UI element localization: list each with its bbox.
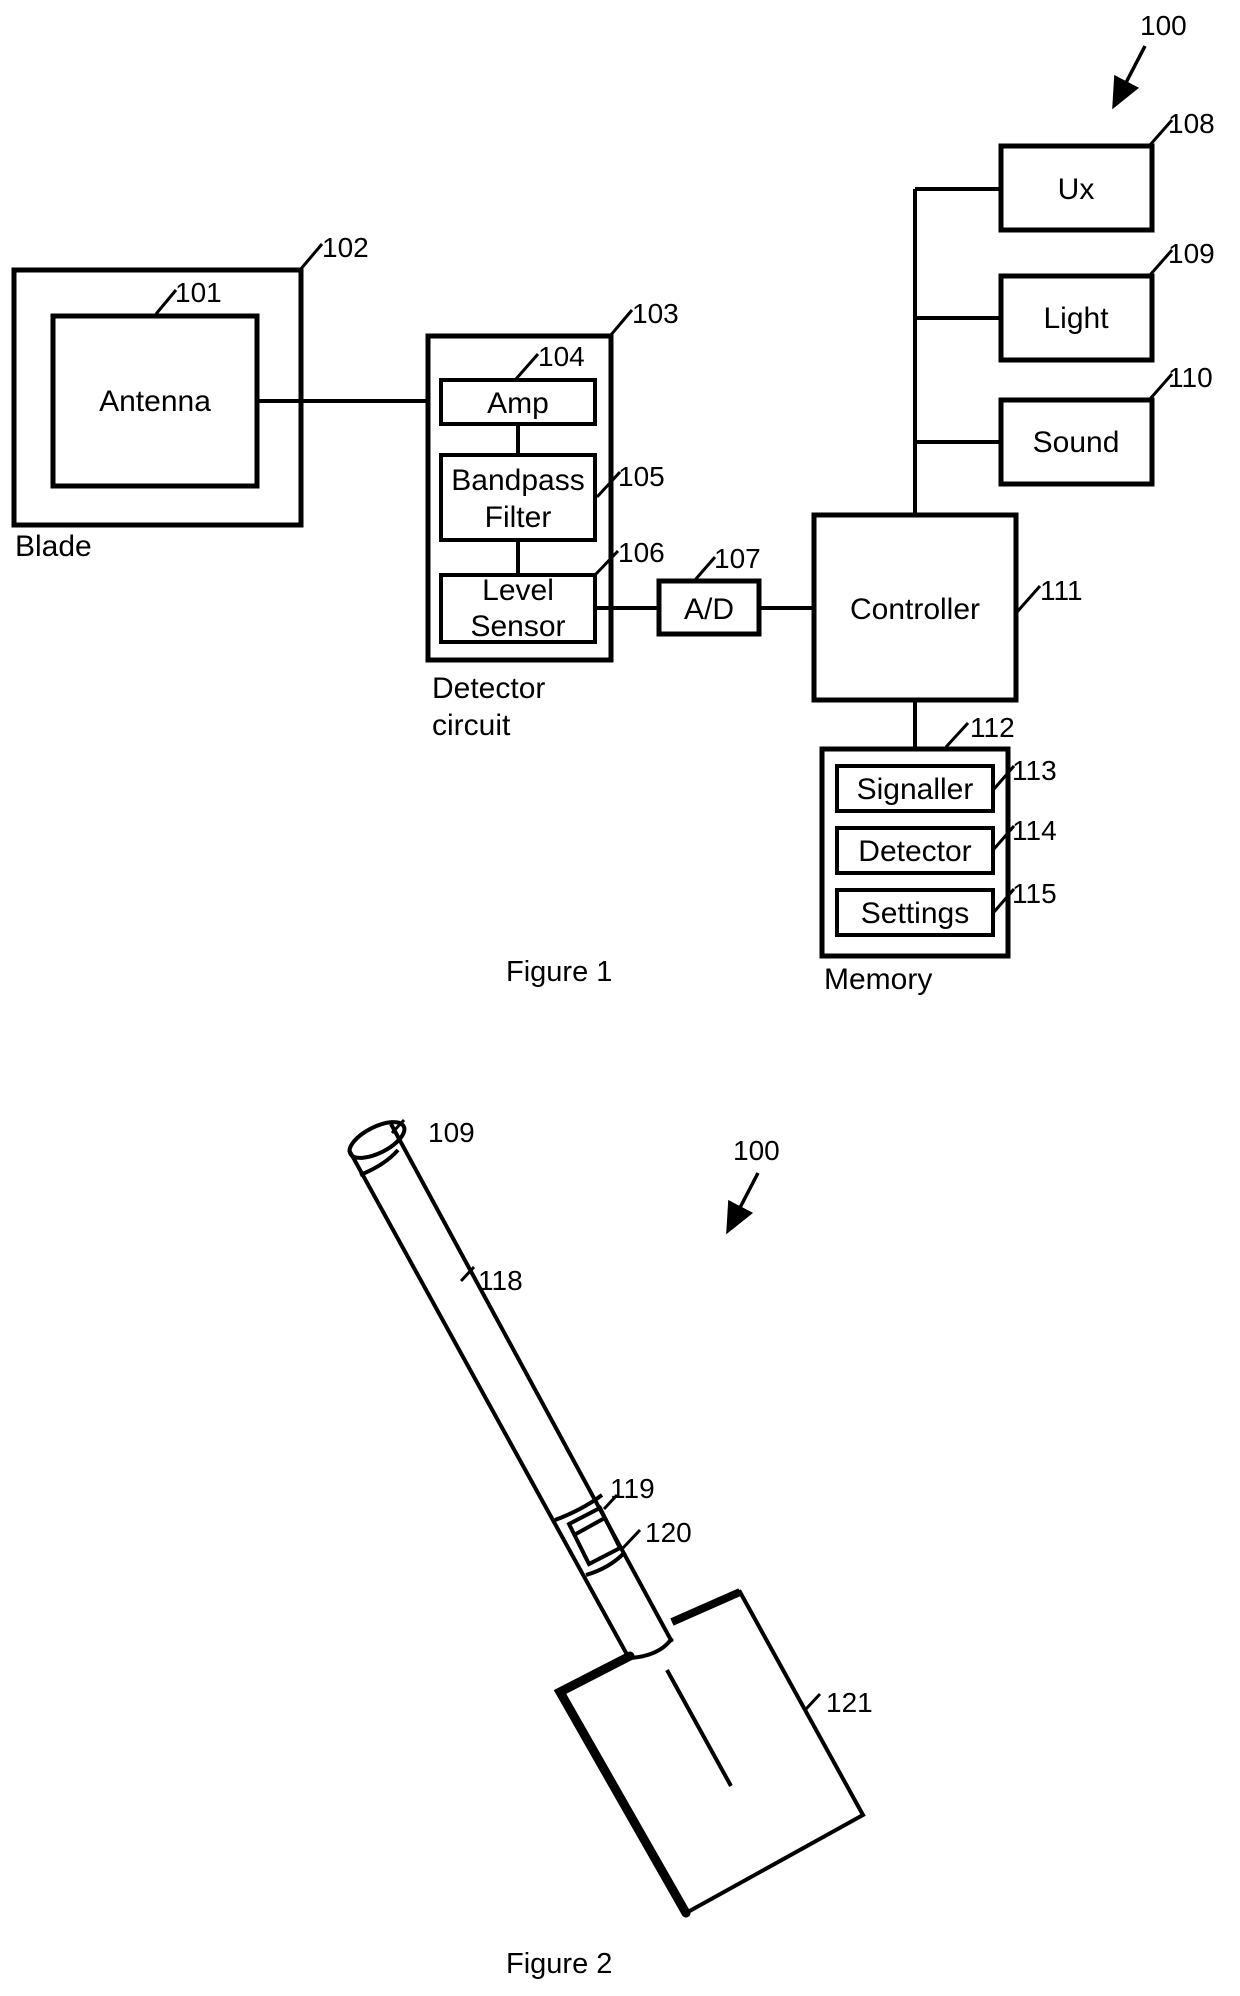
signaller-label: Signaller [857, 773, 974, 806]
figure-2-system-ref-arrow-icon [726, 1172, 760, 1235]
detector-circuit-leader-line [608, 309, 634, 337]
blade-ref: 102 [322, 232, 369, 263]
fig2-light-ref: 109 [428, 1117, 475, 1148]
settings-module-ref: 115 [1012, 878, 1057, 909]
fig2-blade-ref: 121 [826, 1687, 873, 1718]
bandpass-filter-label-line1: Bandpass [451, 464, 584, 497]
adc-label: A/D [684, 593, 734, 626]
ux-label: Ux [1058, 173, 1095, 206]
controller-ref: 111 [1040, 575, 1083, 606]
antenna-label: Antenna [99, 385, 211, 418]
adc-leader-line [693, 556, 717, 581]
memory-ref: 112 [970, 712, 1015, 743]
figure-2: 100 109 118 119 120 121 Figure 2 [347, 1117, 873, 1980]
fig2-button-ref: 120 [645, 1517, 692, 1548]
shaft [347, 1120, 674, 1661]
light-ref: 109 [1168, 238, 1215, 269]
blade-top-thick-edge [670, 1588, 742, 1626]
button-outer [566, 1505, 623, 1567]
antenna-ref: 101 [175, 277, 222, 308]
blade-label: Blade [15, 530, 92, 563]
detector-circuit-label-line2: circuit [432, 709, 511, 742]
amp-label: Amp [487, 387, 549, 420]
blade-slot [665, 1669, 733, 1787]
memory-label: Memory [824, 963, 932, 996]
light-label: Light [1043, 302, 1109, 335]
detector-module-ref: 114 [1012, 815, 1057, 846]
sound-ref: 110 [1168, 362, 1213, 393]
controller-label: Controller [850, 593, 980, 626]
patent-drawing-sheet: 100 102 Blade Antenna 101 103 Detector c… [11, 10, 1215, 1980]
level-sensor-label-line1: Level [482, 574, 554, 607]
figure-2-caption: Figure 2 [506, 1948, 612, 1980]
level-sensor-label-line2: Sensor [470, 610, 565, 643]
settings-module-label: Settings [861, 897, 969, 930]
detector-circuit-label-line1: Detector [432, 672, 545, 705]
controller-leader-line [1015, 585, 1042, 613]
shaft-right-edge [389, 1123, 674, 1643]
fig2-button-leader-line [621, 1528, 642, 1550]
blade-thin-edges [671, 1589, 866, 1915]
blade-thick-edges [553, 1651, 691, 1918]
blade-leader-line [298, 243, 324, 271]
system-ref-arrow-icon [1112, 45, 1147, 110]
ux-ref: 108 [1168, 108, 1215, 139]
adc-ref: 107 [714, 543, 761, 574]
amp-ref: 104 [538, 341, 585, 372]
system-ref-label: 100 [1140, 10, 1187, 41]
shaft-socket-arc [629, 1636, 674, 1660]
blade [553, 1588, 866, 1918]
bandpass-filter-label-line2: Filter [485, 501, 552, 534]
figure-1: 100 102 Blade Antenna 101 103 Detector c… [11, 10, 1215, 996]
figure-1-caption: Figure 1 [506, 956, 612, 988]
level-sensor-ref: 106 [618, 537, 665, 568]
sound-label: Sound [1033, 426, 1120, 459]
figure-2-system-ref-label: 100 [733, 1135, 780, 1166]
fig2-blade-leader-line [804, 1692, 822, 1711]
detector-circuit-ref: 103 [632, 298, 679, 329]
collar-top-arc [554, 1493, 604, 1522]
fig2-collar-ref: 119 [610, 1473, 655, 1504]
signaller-ref: 113 [1012, 755, 1057, 786]
shaft-left-edge [347, 1149, 632, 1661]
bandpass-filter-ref: 105 [618, 461, 665, 492]
detector-module-label: Detector [858, 835, 971, 868]
memory-leader-line [944, 721, 970, 749]
fig2-shaft-ref: 118 [478, 1265, 523, 1296]
